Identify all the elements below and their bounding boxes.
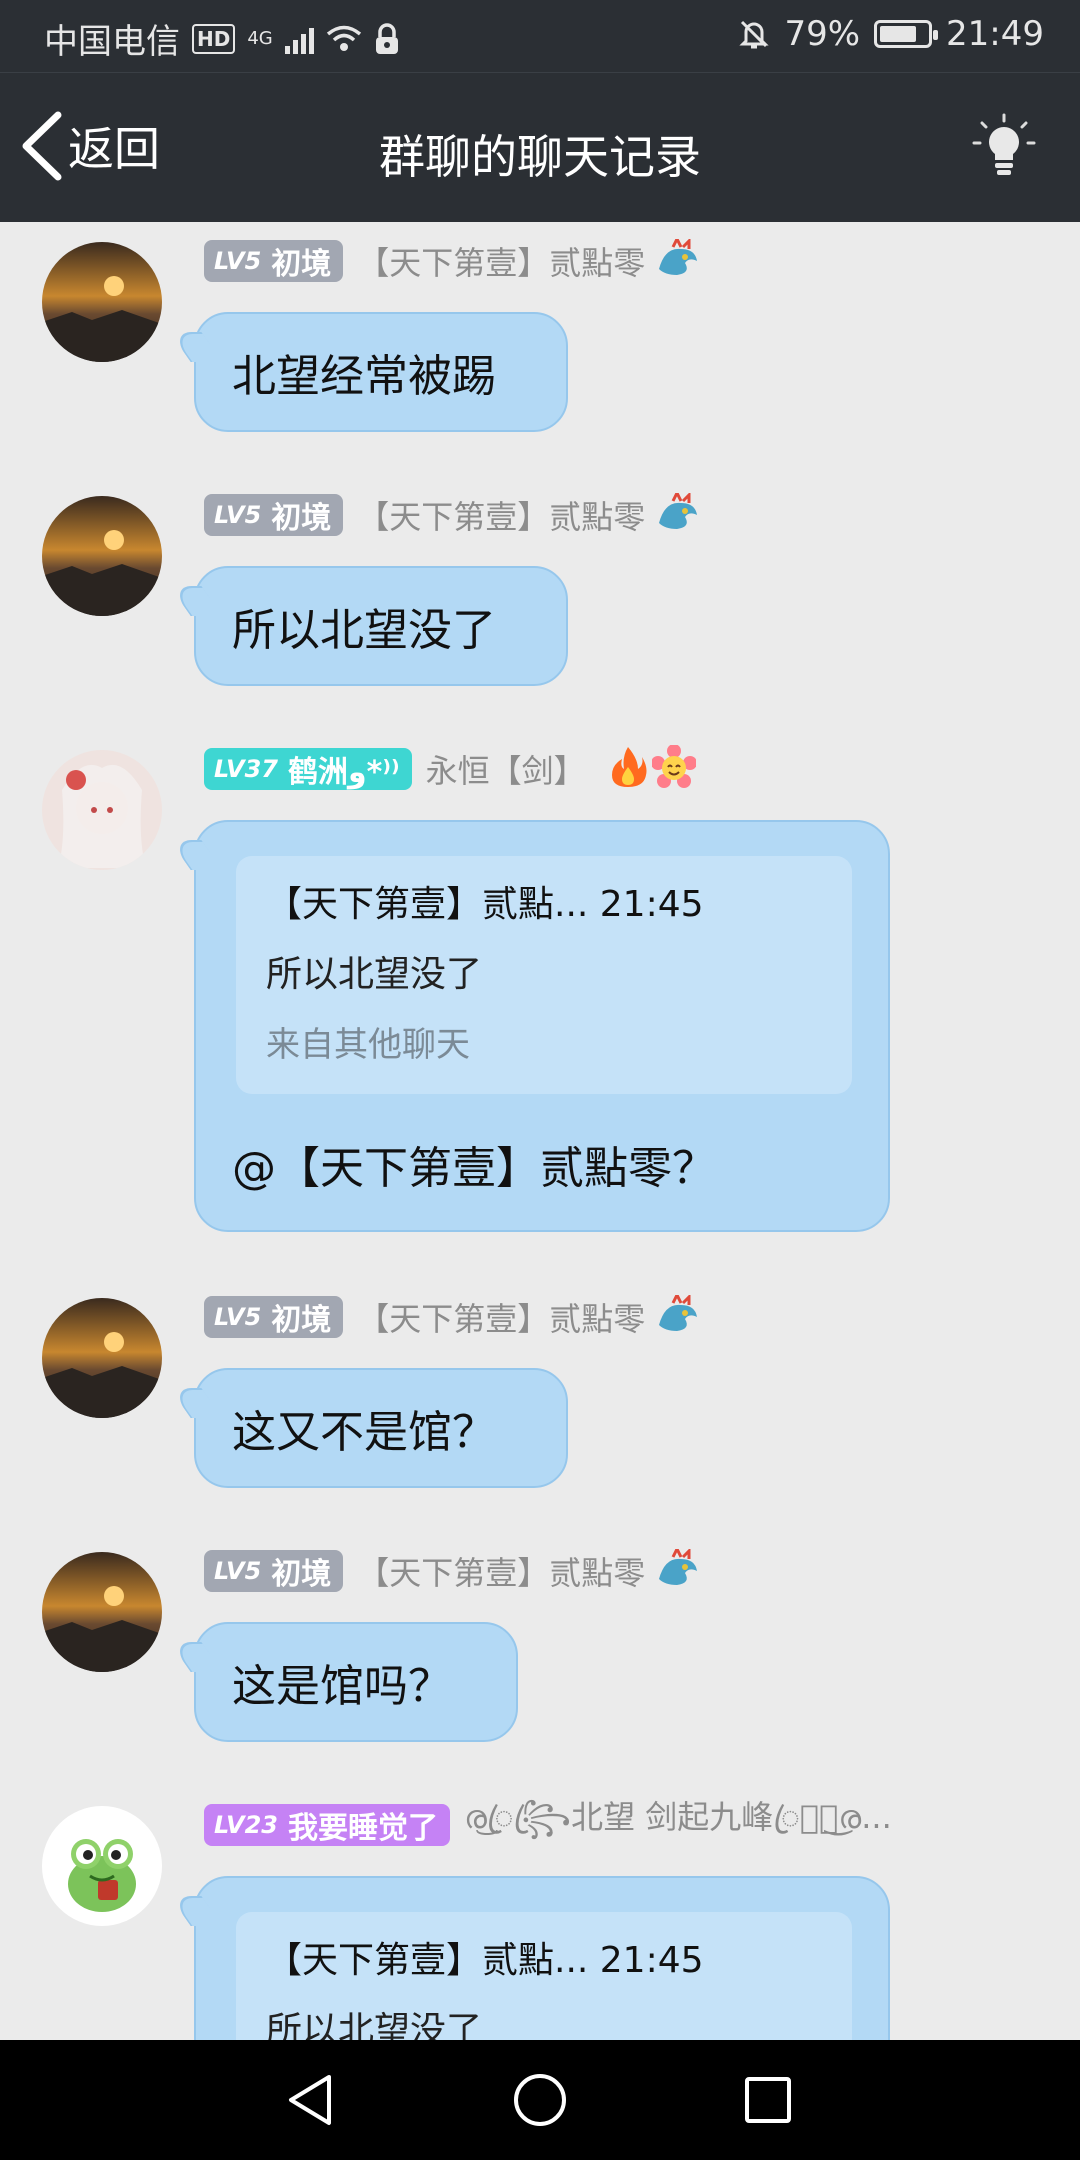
- message-bubble[interactable]: 北望经常被踢: [194, 312, 568, 432]
- sender-name[interactable]: 【天下第壹】贰點零: [357, 238, 645, 284]
- sender-name[interactable]: 【天下第壹】贰點零: [357, 1548, 645, 1594]
- quote-header: 【天下第壹】贰點... 21:45: [266, 884, 704, 925]
- signal-icon: [284, 24, 314, 54]
- sender-info: LV23 我要睡觉了 ര͜ꦿ꧂ꦿ北望 剑起九峰ꦿ꧂ꦿ͜ര...: [204, 1798, 892, 1848]
- message-bubble[interactable]: 这又不是馆？: [194, 1368, 568, 1488]
- sender-name[interactable]: ര͜ꦿ꧂ꦿ北望 剑起九峰ꦿ꧂ꦿ͜ര...: [464, 1792, 892, 1858]
- nav-back-button[interactable]: [280, 2070, 340, 2130]
- sender-name[interactable]: 【天下第壹】贰點零: [357, 1294, 645, 1340]
- message-item: LV37 鹤洲ﻭ*⁾⁾ 永恒【剑】 【天下第壹】贰點... 21:45 所以北望没…: [0, 740, 1080, 1260]
- battery-percent: 79%: [784, 14, 861, 54]
- message-item: LV5 初境 【天下第壹】贰點零 北望经常被踢: [0, 232, 1080, 462]
- sender-name[interactable]: 【天下第壹】贰點零: [357, 492, 645, 538]
- avatar[interactable]: [42, 1806, 162, 1926]
- message-item: LV5 初境 【天下第壹】贰點零 这是馆吗？: [0, 1542, 1080, 1772]
- dragon-badge-icon: [655, 1545, 701, 1593]
- system-nav-bar: [0, 2040, 1080, 2160]
- sender-name[interactable]: 永恒【剑】: [426, 746, 586, 792]
- message-text: 北望经常被踢: [232, 351, 496, 402]
- home-circle-icon: [514, 2074, 566, 2126]
- message-text: 这又不是馆？: [232, 1407, 496, 1458]
- level-badge: LV5 初境: [204, 1550, 344, 1592]
- recents-square-icon: [745, 2077, 791, 2123]
- message-item: LV5 初境 【天下第壹】贰點零 所以北望没了: [0, 486, 1080, 716]
- quote-text: 所以北望没了: [266, 954, 483, 995]
- quote-text: 所以北望没了: [266, 2010, 483, 2040]
- battery-icon: [874, 20, 939, 48]
- message-item: LV5 初境 【天下第壹】贰點零 这又不是馆？: [0, 1288, 1080, 1518]
- avatar[interactable]: [42, 496, 162, 616]
- page-title: 群聊的聊天记录: [379, 130, 701, 184]
- fire-icon: [608, 745, 648, 793]
- message-bubble[interactable]: 所以北望没了: [194, 566, 568, 686]
- sender-info: LV5 初境 【天下第壹】贰點零: [204, 1291, 701, 1340]
- dragon-badge-icon: [655, 235, 701, 283]
- avatar[interactable]: [42, 1298, 162, 1418]
- dragon-badge-icon: [655, 489, 701, 537]
- dragon-badge-icon: [655, 1291, 701, 1339]
- lock-icon: [375, 22, 398, 54]
- quote-source: 来自其他聊天: [266, 1025, 470, 1065]
- quoted-message[interactable]: 【天下第壹】贰點... 21:45 所以北望没了: [236, 1912, 852, 2040]
- message-text: @【天下第壹】贰點零？: [232, 1143, 716, 1194]
- clock: 21:49: [946, 14, 1044, 54]
- network-type-label: 4G: [247, 27, 273, 49]
- message-text: 所以北望没了: [232, 605, 496, 656]
- reply-bubble[interactable]: 【天下第壹】贰點... 21:45 所以北望没了 来自其他聊天 @【天下第壹】贰…: [194, 820, 890, 1232]
- hd-icon: HD: [192, 23, 236, 54]
- avatar[interactable]: [42, 242, 162, 362]
- level-badge: LV5 初境: [204, 240, 344, 282]
- sender-info: LV5 初境 【天下第壹】贰點零: [204, 1545, 701, 1594]
- mute-bell-icon: [739, 20, 770, 49]
- quoted-message[interactable]: 【天下第壹】贰點... 21:45 所以北望没了 来自其他聊天: [236, 856, 852, 1094]
- avatar[interactable]: [42, 1552, 162, 1672]
- flower-face-icon: [650, 744, 697, 793]
- level-badge: LV5 初境: [204, 1296, 344, 1338]
- status-bar: 中国电信 HD 4G 79% 21:49: [0, 0, 1080, 72]
- sender-info: LV5 初境 【天下第壹】贰點零: [204, 235, 701, 284]
- title-bar: 返回 群聊的聊天记录: [0, 72, 1080, 222]
- message-bubble[interactable]: 这是馆吗？: [194, 1622, 518, 1742]
- avatar[interactable]: [42, 750, 162, 870]
- lightbulb-button[interactable]: [972, 113, 1036, 183]
- battery-fill: [880, 26, 917, 42]
- nav-recents-button[interactable]: [738, 2070, 798, 2130]
- wifi-icon: [326, 25, 361, 51]
- nav-home-button[interactable]: [510, 2070, 570, 2130]
- level-badge: LV37 鹤洲ﻭ*⁾⁾: [204, 748, 412, 790]
- back-triangle-icon: [289, 2075, 331, 2125]
- sender-info: LV5 初境 【天下第壹】贰點零: [204, 489, 701, 538]
- sender-info: LV37 鹤洲ﻭ*⁾⁾ 永恒【剑】: [204, 744, 697, 793]
- chat-history[interactable]: LV5 初境 【天下第壹】贰點零 北望经常被踢 LV5 初境 【天下第壹】贰點零 所…: [0, 222, 1080, 2040]
- reply-bubble[interactable]: 【天下第壹】贰點... 21:45 所以北望没了: [194, 1876, 890, 2040]
- level-badge: LV23 我要睡觉了: [204, 1804, 450, 1846]
- message-item: LV23 我要睡觉了 ര͜ꦿ꧂ꦿ北望 剑起九峰ꦿ꧂ꦿ͜ര... 【天下第壹】贰點.…: [0, 1796, 1080, 2040]
- level-badge: LV5 初境: [204, 494, 344, 536]
- lightbulb-icon: [972, 113, 1036, 175]
- message-text: 这是馆吗？: [232, 1661, 452, 1712]
- carrier-label: 中国电信: [44, 22, 180, 62]
- quote-header: 【天下第壹】贰點... 21:45: [266, 1940, 704, 1981]
